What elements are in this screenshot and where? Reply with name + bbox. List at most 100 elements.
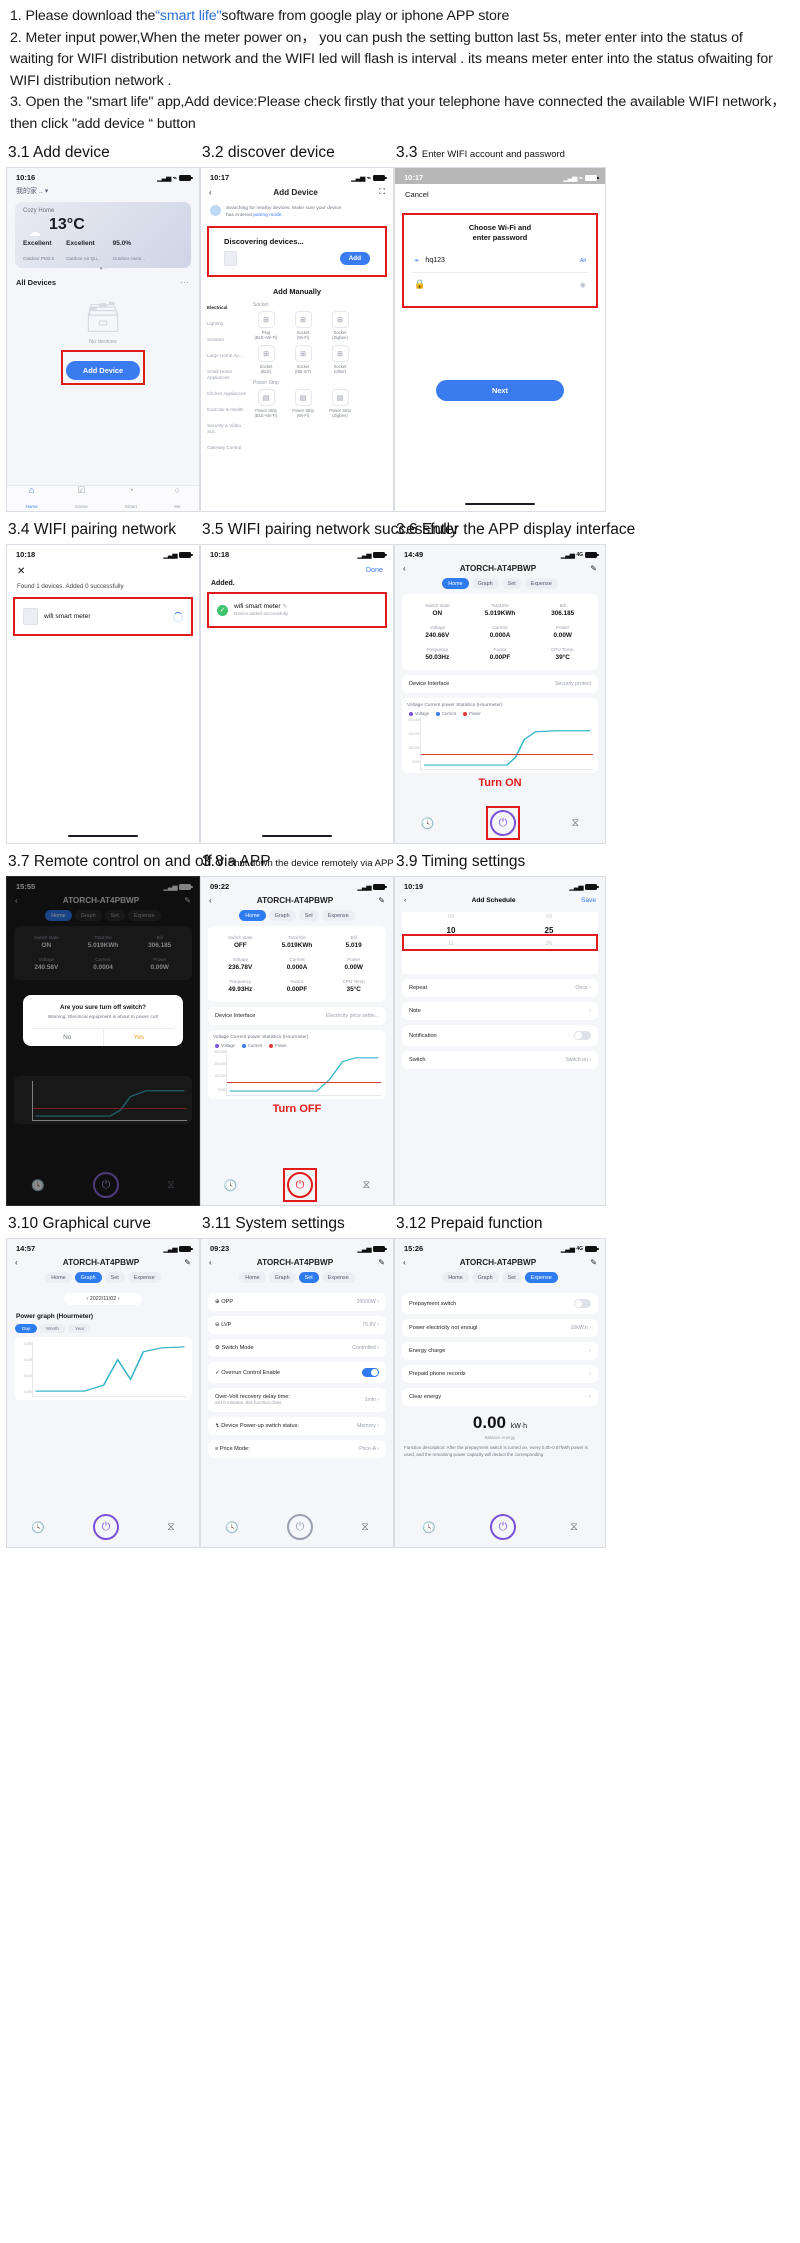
history-icon[interactable]: 🕓 <box>421 817 435 830</box>
timer-icon[interactable]: ⧖ <box>570 1521 578 1534</box>
product-item[interactable]: ⊞ Socket (other) <box>325 344 355 375</box>
eye-icon[interactable]: ◉ <box>580 281 586 289</box>
date-selector[interactable]: ‹ 2022/11/02 › <box>64 1293 142 1305</box>
range-month[interactable]: Month <box>39 1324 66 1333</box>
category-item[interactable]: Security & Video Sur... <box>207 418 247 440</box>
history-icon[interactable]: 🕓 <box>225 1521 239 1534</box>
device-interface-row[interactable]: Device Interface Electricity price setti… <box>208 1007 386 1025</box>
switch-network-link[interactable]: Alt <box>580 258 586 264</box>
carousel-dots[interactable]: ● · <box>23 266 183 272</box>
home-selector[interactable]: 我的家 .. ▾ <box>7 184 199 198</box>
dialog-no-button[interactable]: No <box>32 1029 104 1047</box>
product-item[interactable]: ⊞ Socket (NB-IoT) <box>288 344 318 375</box>
setting-row-powerup[interactable]: ↯ Device Power-up switch status: Memory … <box>208 1417 386 1435</box>
added-device-card[interactable]: ✓ wifi smart meter ✎ Device added succes… <box>209 594 385 626</box>
tab-expense[interactable]: Expense <box>524 1272 558 1283</box>
tab-me[interactable]: ○ Me <box>174 485 180 512</box>
save-button[interactable]: Save <box>581 897 596 904</box>
history-icon[interactable]: 🕓 <box>31 1521 45 1534</box>
power-not-enough-row[interactable]: Power electricity not enougl 10kW.h › <box>402 1319 598 1337</box>
repeat-row[interactable]: Repeat Once › <box>402 979 598 997</box>
tab-home[interactable]: ⌂ Home <box>26 485 38 512</box>
tab-scene[interactable]: ☑ Scene <box>75 485 88 512</box>
scan-icon[interactable]: ⛶ <box>379 187 385 197</box>
close-icon[interactable]: ✕ <box>7 561 199 577</box>
tab-home[interactable]: Home <box>239 910 266 921</box>
timer-icon[interactable]: ⧖ <box>571 817 579 830</box>
legend-power[interactable]: Power <box>462 711 481 716</box>
notification-toggle[interactable] <box>574 1031 591 1040</box>
cancel-button[interactable]: Cancel <box>395 184 605 199</box>
tab-expense[interactable]: Expense <box>321 1272 355 1283</box>
back-icon[interactable]: ‹ <box>403 564 406 573</box>
next-button[interactable]: Next <box>436 380 564 401</box>
tab-graph[interactable]: Graph <box>74 1272 102 1283</box>
product-item[interactable]: ⊞ Socket (Wi-Fi) <box>288 311 318 341</box>
power-toggle-button[interactable]: ⏻ <box>286 1172 313 1198</box>
tab-graph[interactable]: Graph <box>471 578 499 589</box>
edit-icon[interactable]: ✎ <box>590 1258 597 1267</box>
edit-icon[interactable]: ✎ <box>184 1258 191 1267</box>
category-item[interactable]: Small Home Appliances <box>207 364 247 386</box>
clear-energy-row[interactable]: Clear energy › <box>402 1388 598 1406</box>
legend-current[interactable]: Current <box>435 711 456 716</box>
category-item[interactable]: Electrical <box>207 300 247 316</box>
history-icon[interactable]: 🕓 <box>422 1521 436 1534</box>
product-item[interactable]: ⊞ Socket (BLE) <box>251 344 281 375</box>
legend-power[interactable]: Power <box>268 1043 287 1048</box>
back-icon[interactable]: ‹ <box>209 188 212 197</box>
tab-set[interactable]: Set <box>501 578 522 589</box>
prepayment-toggle[interactable] <box>574 1299 591 1308</box>
power-toggle-button[interactable]: ⏻ <box>489 810 516 836</box>
legend-voltage[interactable]: Voltage <box>215 1043 235 1048</box>
timer-icon[interactable]: ⧖ <box>167 1521 175 1534</box>
timer-icon[interactable]: ⧖ <box>361 1521 369 1534</box>
ssid-row[interactable]: ⌁ hq123 Alt <box>412 249 588 273</box>
category-item[interactable]: Sensors <box>207 332 247 348</box>
edit-icon[interactable]: ✎ <box>282 604 287 610</box>
tab-set[interactable]: Set <box>104 1272 125 1283</box>
tab-graph[interactable]: Graph <box>268 910 296 921</box>
done-button[interactable]: Done <box>201 561 393 574</box>
setting-row-opp[interactable]: ⊕ OPP 26500W › <box>208 1293 386 1311</box>
time-picker[interactable]: 09 10 11 24 25 26 <box>402 912 598 974</box>
hour-option[interactable]: 09 <box>402 912 500 922</box>
note-row[interactable]: Note › <box>402 1002 598 1020</box>
tab-set[interactable]: Set <box>298 1272 319 1283</box>
product-item[interactable]: ⊞ Socket (Zigbee) <box>325 311 355 341</box>
tab-expense[interactable]: Expense <box>524 578 558 589</box>
energy-charge-row[interactable]: Energy charge › <box>402 1342 598 1360</box>
setting-row-overvolt[interactable]: Over-Volt recovery delay time: Set 0 min… <box>208 1388 386 1412</box>
back-icon[interactable]: ‹ <box>403 1258 406 1267</box>
product-item[interactable]: ⊞ Plug (BLE+Wi-Fi) <box>251 311 281 341</box>
power-toggle-button[interactable]: ⏻ <box>286 1514 313 1540</box>
setting-row-overrun[interactable]: ✓ Overrun Control Enable <box>208 1362 386 1383</box>
history-icon[interactable]: 🕓 <box>224 1179 238 1192</box>
tab-graph[interactable]: Graph <box>471 1272 499 1283</box>
add-device-button[interactable]: Add Device <box>66 361 140 380</box>
category-item[interactable]: Lighting <box>207 316 247 332</box>
smart-life-link[interactable]: “smart life" <box>155 8 221 24</box>
setting-row-switch-mode[interactable]: ⚙ Switch Mode Controlled › <box>208 1339 386 1357</box>
password-row[interactable]: 🔒 ◉ <box>412 273 588 296</box>
switch-row[interactable]: Switch Switch on › <box>402 1051 598 1069</box>
back-icon[interactable]: ‹ <box>209 896 212 905</box>
legend-voltage[interactable]: Voltage <box>409 711 429 716</box>
edit-icon[interactable]: ✎ <box>378 896 385 905</box>
notification-row[interactable]: Notification <box>402 1025 598 1046</box>
range-day[interactable]: Day <box>15 1324 38 1333</box>
category-item[interactable]: Gateway Control <box>207 440 247 456</box>
edit-icon[interactable]: ✎ <box>378 1258 385 1267</box>
tab-expense[interactable]: Expense <box>127 1272 161 1283</box>
back-icon[interactable]: ‹ <box>404 897 406 904</box>
prepayment-switch-row[interactable]: Prepayment switch <box>402 1293 598 1314</box>
timer-icon[interactable]: ⧖ <box>362 1179 370 1192</box>
tab-set[interactable]: Set <box>501 1272 522 1283</box>
range-year[interactable]: Year <box>67 1324 92 1333</box>
product-item[interactable]: ▤ Power Strip (Zigbee) <box>325 388 355 419</box>
tab-expense[interactable]: Expense <box>321 910 355 921</box>
tab-graph[interactable]: Graph <box>268 1272 296 1283</box>
tab-home[interactable]: Home <box>45 1272 72 1283</box>
prepaid-records-row[interactable]: Prepaid phone records › <box>402 1365 598 1383</box>
product-item[interactable]: ▤ Power Strip (BLE+Wi-Fi) <box>251 388 281 419</box>
